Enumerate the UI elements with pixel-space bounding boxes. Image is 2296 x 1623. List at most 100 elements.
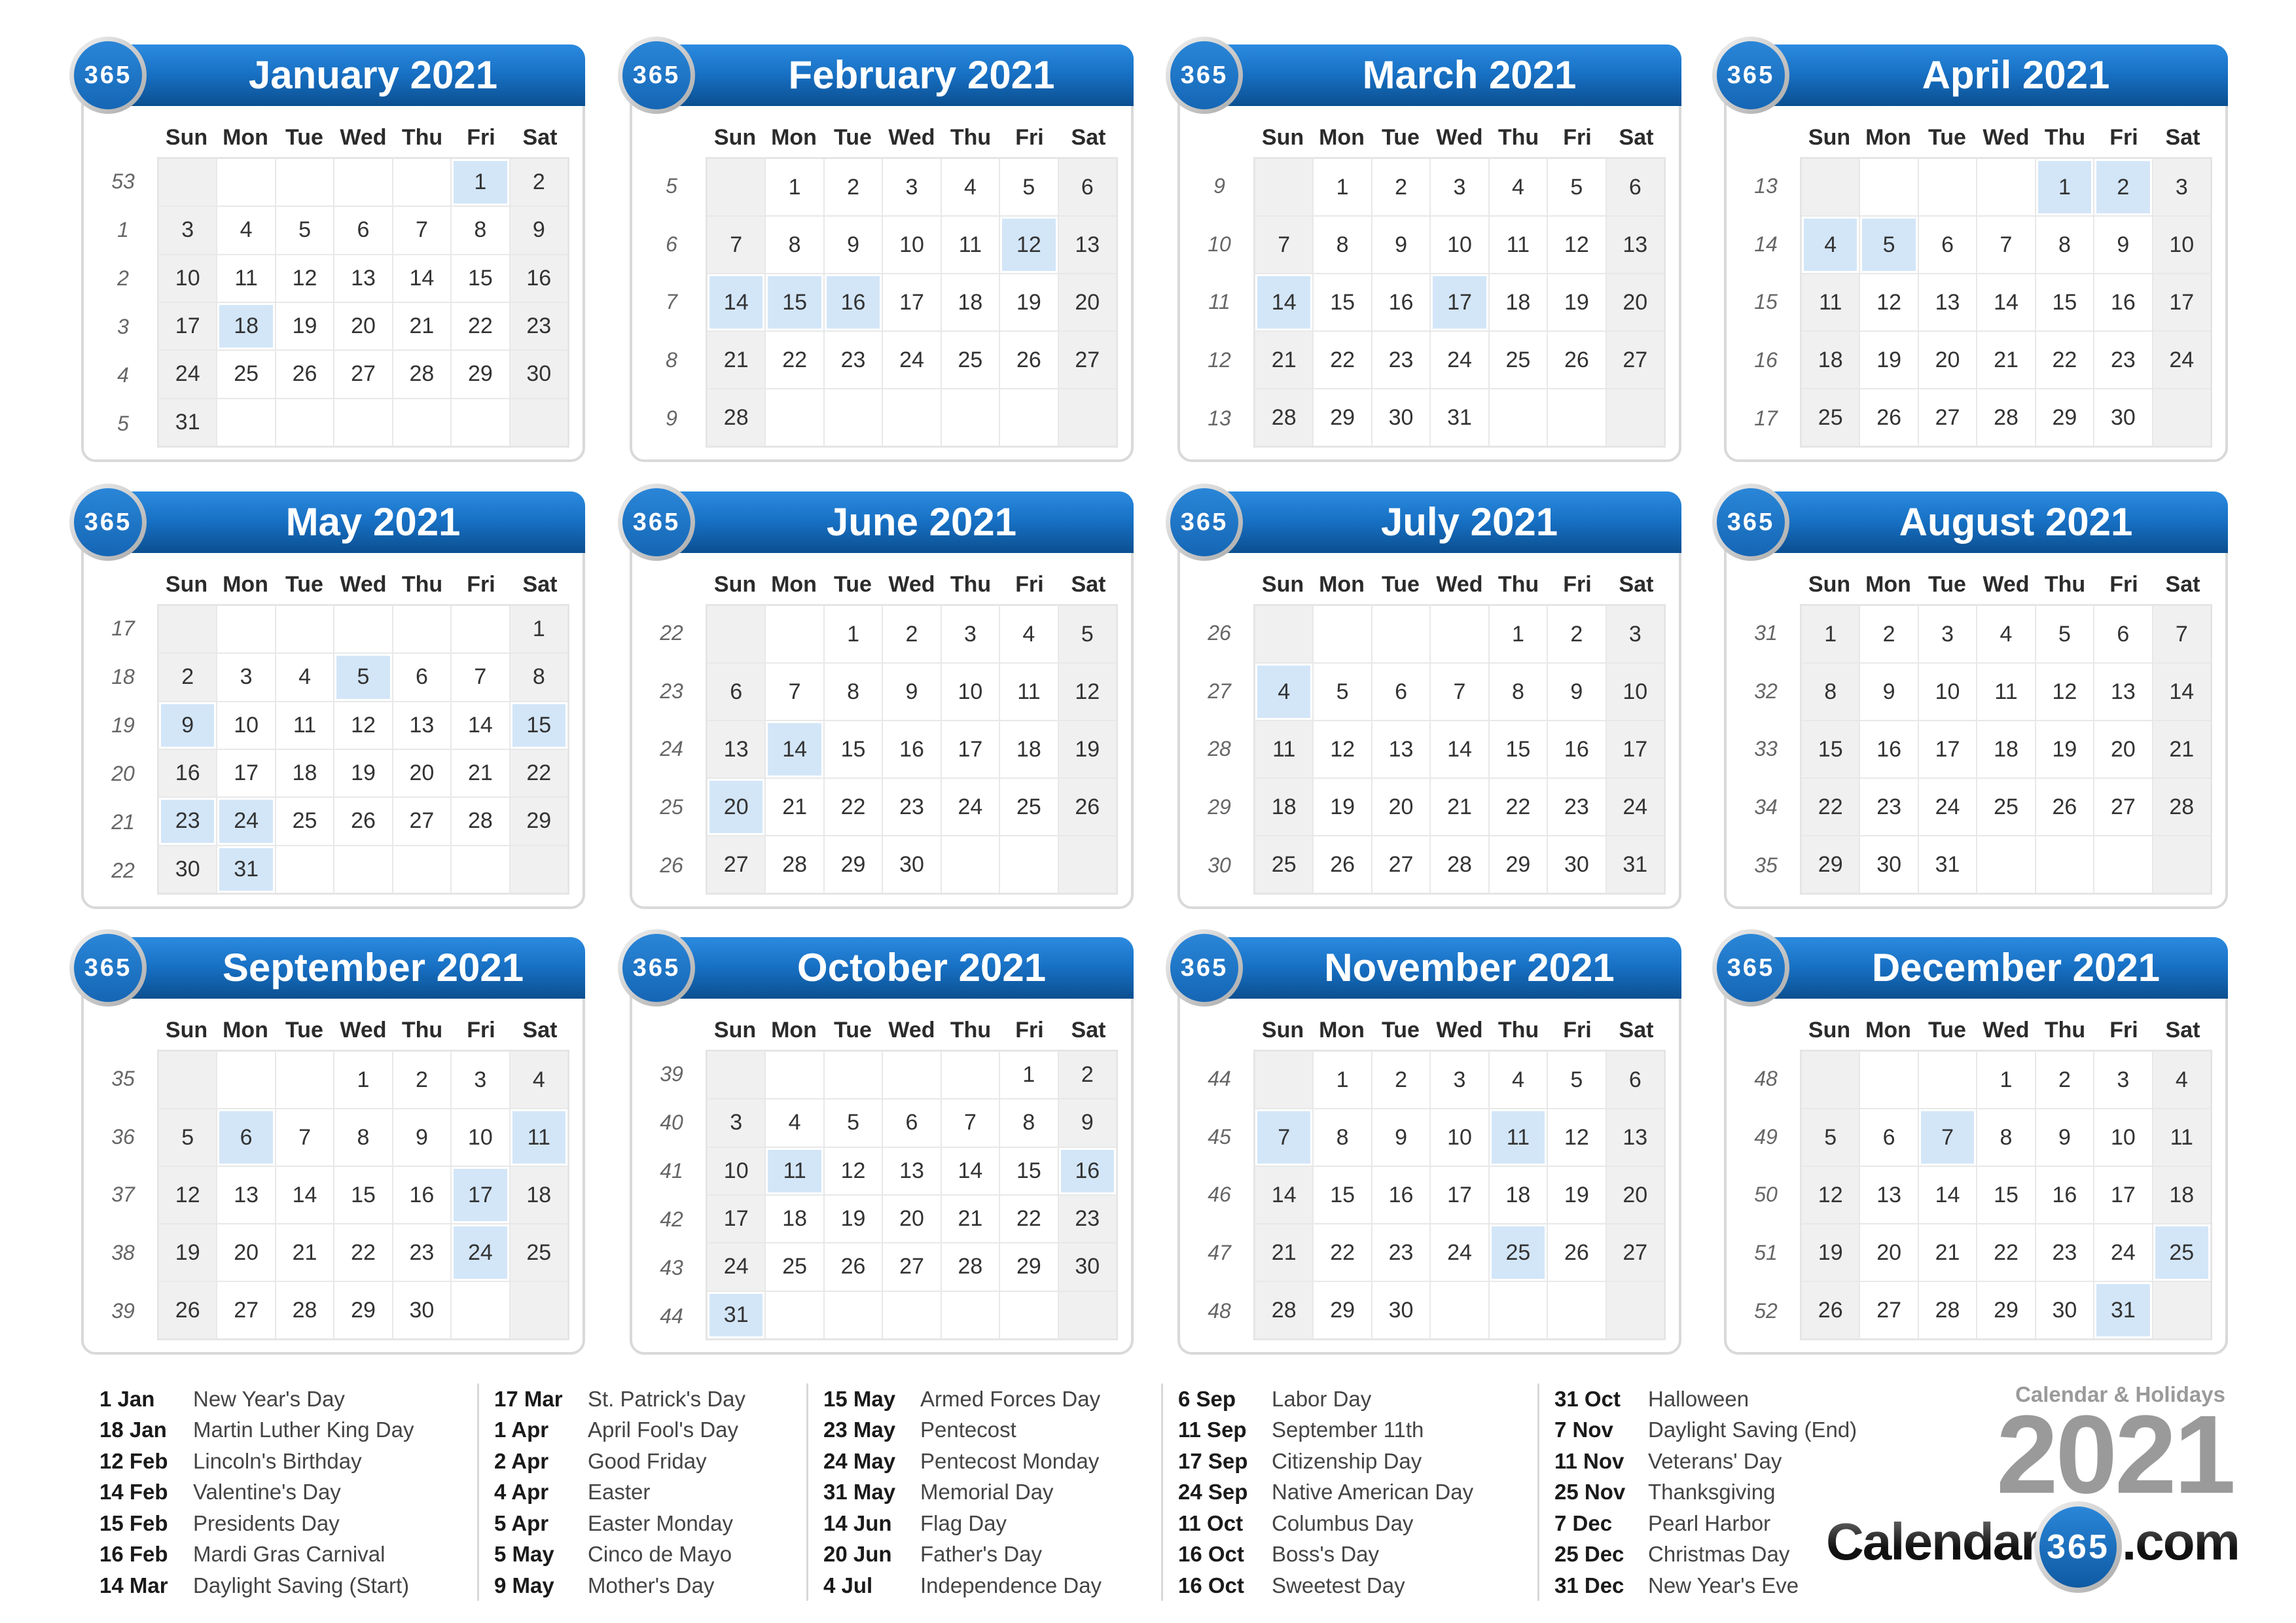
day-cell[interactable]: 10	[1430, 216, 1489, 274]
holiday-day-cell[interactable]: 31	[2094, 1281, 2153, 1339]
day-cell[interactable]: 19	[2035, 721, 2094, 778]
day-cell[interactable]: 26	[999, 331, 1058, 389]
day-cell[interactable]: 3	[217, 653, 276, 702]
day-cell[interactable]: 12	[2035, 663, 2094, 721]
holiday-day-cell[interactable]: 14	[707, 274, 766, 331]
day-cell[interactable]: 13	[1859, 1166, 1918, 1224]
day-cell[interactable]: 19	[1058, 721, 1117, 778]
day-cell[interactable]: 18	[1488, 1166, 1548, 1224]
day-cell[interactable]: 4	[1488, 1051, 1548, 1109]
day-cell[interactable]: 28	[275, 1281, 334, 1339]
holiday-day-cell[interactable]: 31	[707, 1291, 766, 1339]
day-cell[interactable]: 1	[999, 1051, 1058, 1099]
day-cell[interactable]: 26	[1547, 331, 1606, 389]
day-cell[interactable]: 6	[1859, 1109, 1918, 1166]
day-cell[interactable]: 11	[2152, 1109, 2211, 1166]
day-cell[interactable]: 11	[941, 216, 1000, 274]
day-cell[interactable]: 3	[882, 158, 941, 216]
day-cell[interactable]: 16	[509, 254, 568, 302]
day-cell[interactable]: 19	[1801, 1224, 1860, 1281]
day-cell[interactable]: 7	[2152, 605, 2211, 663]
holiday-day-cell[interactable]: 7	[1255, 1109, 1314, 1166]
day-cell[interactable]: 8	[999, 1099, 1058, 1147]
holiday-day-cell[interactable]: 25	[2152, 1224, 2211, 1281]
day-cell[interactable]: 17	[1605, 721, 1664, 778]
day-cell[interactable]: 28	[941, 1243, 1000, 1291]
day-cell[interactable]: 13	[1605, 216, 1664, 274]
day-cell[interactable]: 30	[1859, 836, 1918, 893]
day-cell[interactable]: 12	[1547, 1109, 1606, 1166]
day-cell[interactable]: 21	[1977, 331, 2036, 389]
day-cell[interactable]: 23	[2035, 1224, 2094, 1281]
day-cell[interactable]: 5	[1547, 1051, 1606, 1109]
day-cell[interactable]: 27	[1859, 1281, 1918, 1339]
day-cell[interactable]: 22	[1313, 331, 1372, 389]
day-cell[interactable]: 12	[1801, 1166, 1860, 1224]
holiday-day-cell[interactable]: 15	[765, 274, 824, 331]
day-cell[interactable]: 5	[1058, 605, 1117, 663]
holiday-day-cell[interactable]: 25	[1488, 1224, 1548, 1281]
day-cell[interactable]: 2	[1371, 1051, 1431, 1109]
holiday-day-cell[interactable]: 11	[1488, 1109, 1548, 1166]
day-cell[interactable]: 27	[334, 350, 393, 399]
day-cell[interactable]: 21	[707, 331, 766, 389]
holiday-day-cell[interactable]: 7	[1918, 1109, 1977, 1166]
day-cell[interactable]: 31	[1918, 836, 1977, 893]
day-cell[interactable]: 12	[1058, 663, 1117, 721]
day-cell[interactable]: 8	[2035, 216, 2094, 274]
day-cell[interactable]: 6	[2094, 605, 2153, 663]
day-cell[interactable]: 5	[1547, 158, 1606, 216]
day-cell[interactable]: 24	[707, 1243, 766, 1291]
day-cell[interactable]: 9	[392, 1109, 452, 1166]
day-cell[interactable]: 23	[1058, 1195, 1117, 1243]
day-cell[interactable]: 28	[1255, 389, 1314, 446]
day-cell[interactable]: 1	[1488, 605, 1548, 663]
day-cell[interactable]: 29	[1313, 1281, 1372, 1339]
day-cell[interactable]: 2	[823, 158, 883, 216]
day-cell[interactable]: 5	[275, 206, 334, 255]
day-cell[interactable]: 17	[1430, 1166, 1489, 1224]
day-cell[interactable]: 22	[1977, 1224, 2036, 1281]
day-cell[interactable]: 28	[2152, 778, 2211, 836]
day-cell[interactable]: 28	[765, 836, 824, 893]
day-cell[interactable]: 25	[275, 797, 334, 846]
day-cell[interactable]: 5	[1313, 663, 1372, 721]
day-cell[interactable]: 2	[1058, 1051, 1117, 1099]
day-cell[interactable]: 23	[2094, 331, 2153, 389]
day-cell[interactable]: 26	[158, 1281, 217, 1339]
day-cell[interactable]: 25	[1255, 836, 1314, 893]
day-cell[interactable]: 20	[392, 749, 452, 798]
day-cell[interactable]: 30	[1371, 389, 1431, 446]
day-cell[interactable]: 3	[1605, 605, 1664, 663]
day-cell[interactable]: 26	[275, 350, 334, 399]
day-cell[interactable]: 16	[1371, 1166, 1431, 1224]
day-cell[interactable]: 29	[451, 350, 510, 399]
day-cell[interactable]: 11	[217, 254, 276, 302]
day-cell[interactable]: 20	[1371, 778, 1431, 836]
day-cell[interactable]: 31	[1605, 836, 1664, 893]
holiday-day-cell[interactable]: 1	[451, 158, 510, 207]
day-cell[interactable]: 19	[1547, 1166, 1606, 1224]
day-cell[interactable]: 13	[1058, 216, 1117, 274]
day-cell[interactable]: 11	[1255, 721, 1314, 778]
day-cell[interactable]: 15	[999, 1147, 1058, 1195]
day-cell[interactable]: 2	[158, 653, 217, 702]
holiday-day-cell[interactable]: 9	[158, 701, 217, 749]
day-cell[interactable]: 24	[1430, 1224, 1489, 1281]
day-cell[interactable]: 17	[707, 1195, 766, 1243]
day-cell[interactable]: 5	[823, 1099, 883, 1147]
day-cell[interactable]: 21	[451, 749, 510, 798]
day-cell[interactable]: 12	[158, 1166, 217, 1224]
day-cell[interactable]: 5	[158, 1109, 217, 1166]
day-cell[interactable]: 20	[2094, 721, 2153, 778]
day-cell[interactable]: 27	[1371, 836, 1431, 893]
day-cell[interactable]: 2	[1859, 605, 1918, 663]
day-cell[interactable]: 1	[509, 605, 568, 654]
day-cell[interactable]: 20	[217, 1224, 276, 1281]
day-cell[interactable]: 20	[1605, 1166, 1664, 1224]
day-cell[interactable]: 21	[275, 1224, 334, 1281]
day-cell[interactable]: 29	[509, 797, 568, 846]
day-cell[interactable]: 31	[1430, 389, 1489, 446]
holiday-day-cell[interactable]: 5	[1859, 216, 1918, 274]
day-cell[interactable]: 11	[1801, 274, 1860, 331]
